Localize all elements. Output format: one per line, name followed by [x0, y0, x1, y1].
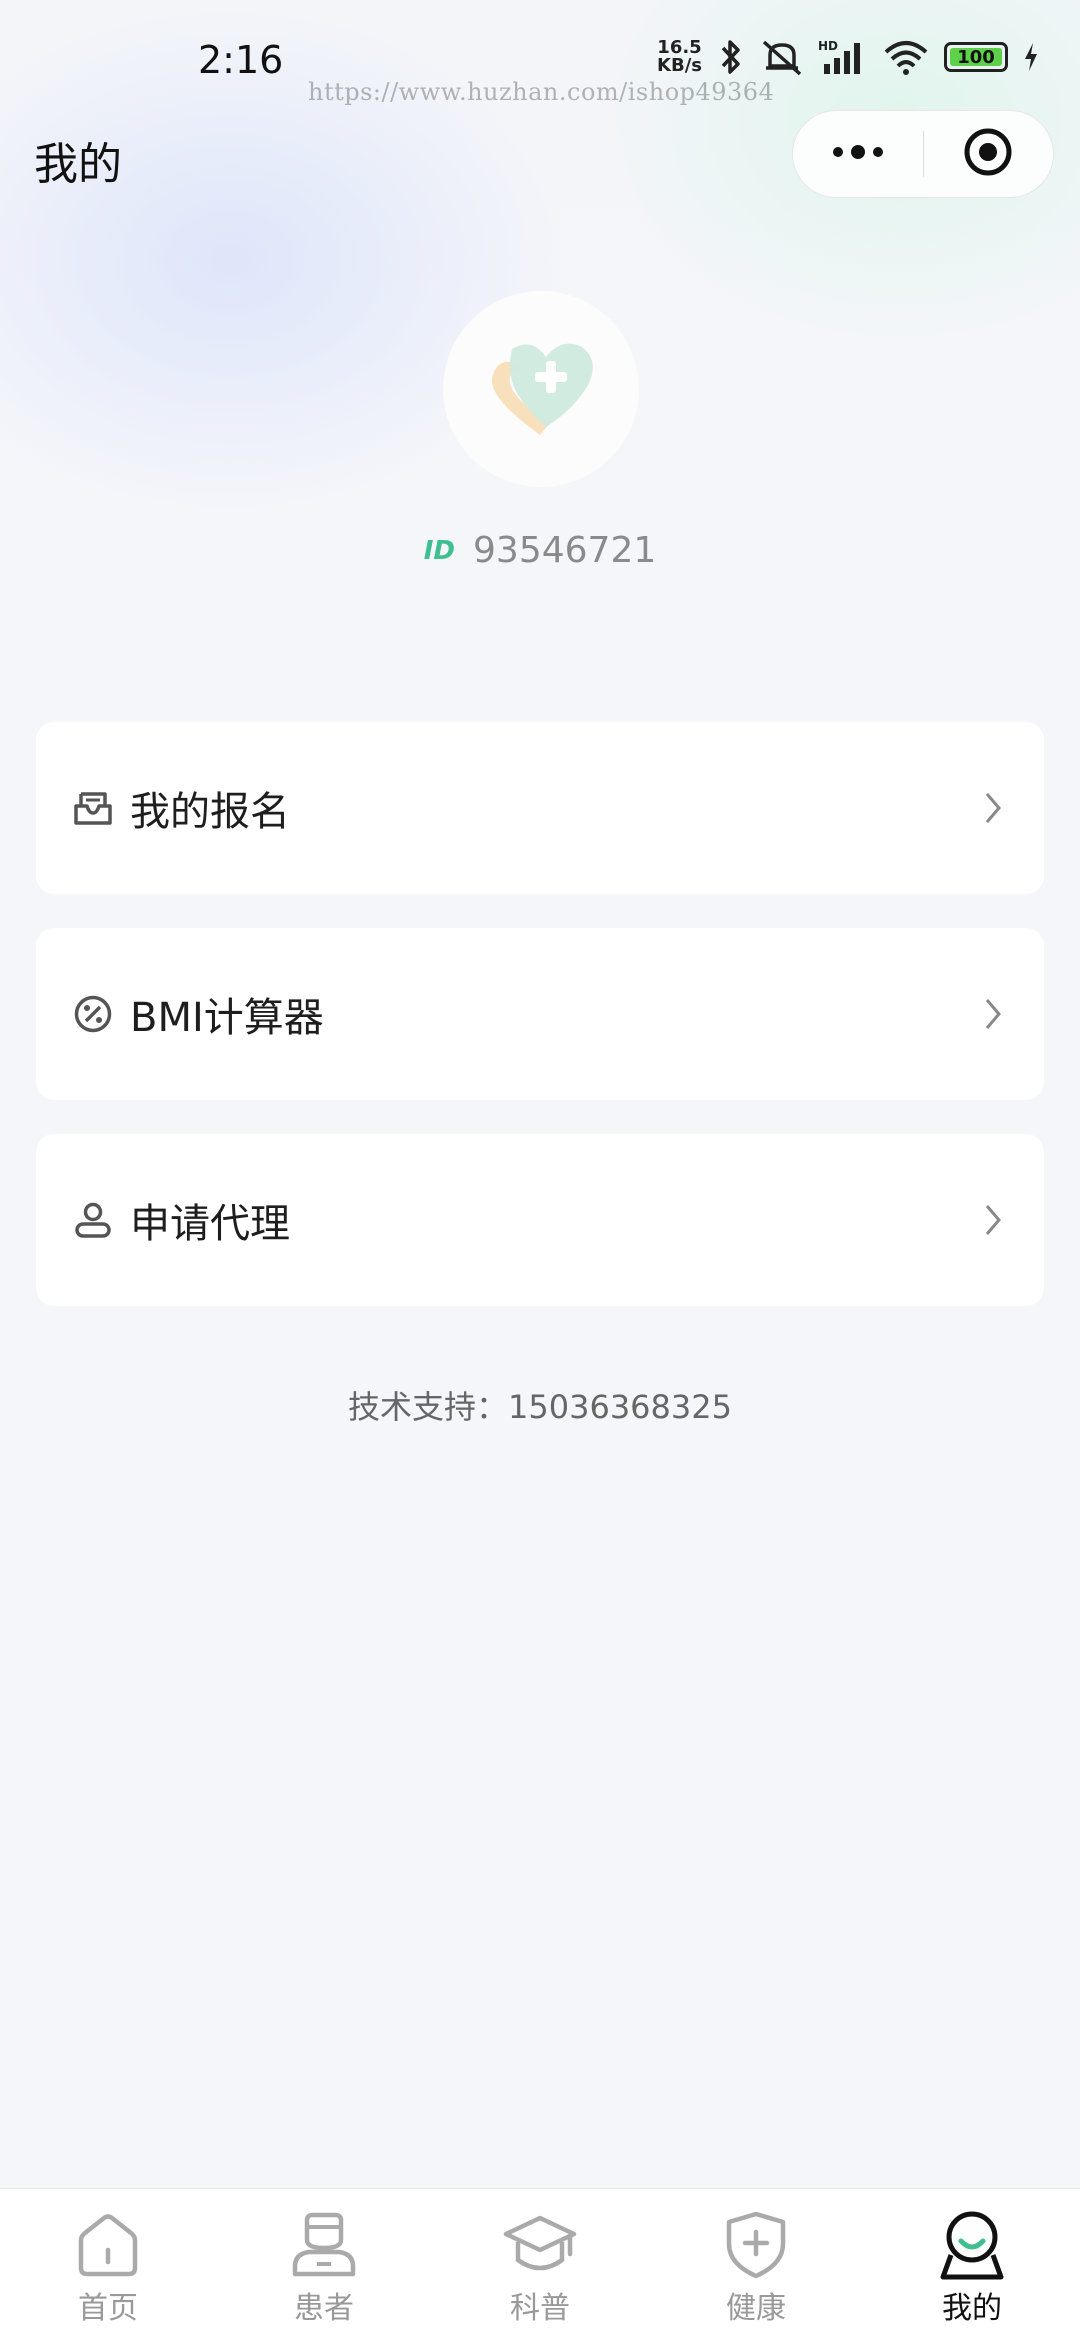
- status-icons: 16.5 KB/s HD 100: [657, 38, 1040, 76]
- mute-bell-icon: [760, 38, 804, 76]
- charging-bolt-icon: [1022, 41, 1040, 73]
- more-button[interactable]: [793, 111, 923, 197]
- chevron-right-icon: [978, 1200, 1008, 1240]
- user-id-row: ID 93546721: [0, 530, 1080, 571]
- menu-list: 我的报名 BMI计算器 申请代理: [36, 722, 1044, 1340]
- person-icon: [72, 1199, 114, 1241]
- menu-item-label: 我的报名: [130, 789, 290, 835]
- network-speed: 16.5 KB/s: [657, 37, 702, 76]
- tab-label: 首页: [78, 2291, 138, 2326]
- tab-home[interactable]: 首页: [0, 2189, 216, 2340]
- graduation-cap-icon: [502, 2209, 578, 2281]
- tab-label: 患者: [294, 2291, 354, 2326]
- menu-item-bmi-calculator[interactable]: BMI计算器: [36, 928, 1044, 1100]
- mini-program-capsule: [792, 110, 1054, 198]
- more-dots-icon: [828, 142, 888, 166]
- heart-logo-icon: [476, 327, 606, 451]
- wifi-icon: [882, 38, 930, 76]
- avatar[interactable]: [443, 291, 639, 487]
- home-icon: [70, 2209, 146, 2281]
- menu-item-label: 申请代理: [130, 1201, 290, 1247]
- tab-patient[interactable]: 患者: [216, 2189, 432, 2340]
- menu-item-label: BMI计算器: [130, 995, 324, 1041]
- tab-science[interactable]: 科普: [432, 2189, 648, 2340]
- cellular-signal-icon: HD: [818, 38, 868, 76]
- watermark-text: https://www.huzhan.com/ishop49364: [308, 78, 775, 106]
- tab-label: 健康: [726, 2291, 786, 2326]
- chevron-right-icon: [978, 994, 1008, 1034]
- tech-support-text: 技术支持：15036368325: [348, 1388, 732, 1426]
- target-circle-icon: [962, 126, 1014, 182]
- battery-indicator: 100: [944, 42, 1008, 72]
- tab-mine[interactable]: 我的: [864, 2189, 1080, 2340]
- svg-text:HD: HD: [818, 39, 838, 53]
- bluetooth-icon: [716, 38, 746, 76]
- menu-item-apply-agent[interactable]: 申请代理: [36, 1134, 1044, 1306]
- status-time: 2:16: [198, 38, 284, 82]
- inbox-tray-icon: [72, 787, 114, 829]
- tab-health[interactable]: 健康: [648, 2189, 864, 2340]
- chevron-right-icon: [978, 788, 1008, 828]
- profile-icon: [934, 2209, 1010, 2281]
- status-bar: 2:16 16.5 KB/s HD 100 https://www.huzhan…: [0, 0, 1080, 120]
- health-shield-icon: [718, 2209, 794, 2281]
- close-mini-program-button[interactable]: [924, 111, 1054, 197]
- user-id: 93546721: [473, 530, 657, 571]
- id-badge: ID: [423, 535, 456, 566]
- bottom-tab-bar: 首页 患者 科普 健康 我的: [0, 2188, 1080, 2340]
- percent-circle-icon: [72, 993, 114, 1035]
- menu-item-my-registration[interactable]: 我的报名: [36, 722, 1044, 894]
- patient-icon: [286, 2209, 362, 2281]
- tab-label: 我的: [942, 2291, 1002, 2326]
- tab-label: 科普: [510, 2291, 570, 2326]
- page-title: 我的: [34, 139, 122, 190]
